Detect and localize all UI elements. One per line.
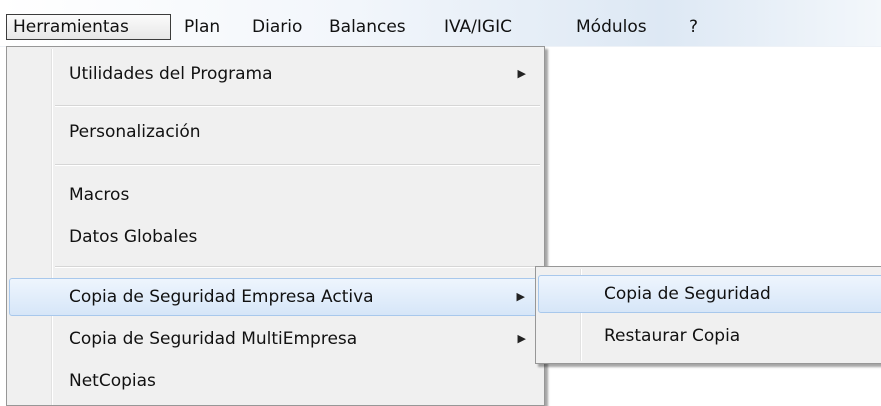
submenu-item-copia-de-seguridad[interactable]: Copia de Seguridad	[538, 275, 881, 313]
menu-modulos[interactable]: Módulos	[569, 14, 654, 40]
menu-bar: Herramientas Plan Diario Balances IVA/IG…	[0, 0, 881, 46]
submenu-arrow-icon: ▶	[517, 67, 526, 80]
menu-item-personalizacion[interactable]: Personalización	[9, 113, 542, 151]
menu-item-label: Copia de Seguridad Empresa Activa	[69, 287, 374, 307]
menu-separator	[55, 105, 540, 107]
menu-item-label: Utilidades del Programa	[69, 64, 273, 84]
menu-balances[interactable]: Balances	[322, 14, 413, 40]
menu-item-label: NetCopias	[69, 371, 156, 391]
menu-item-copia-seguridad-empresa-activa[interactable]: Copia de Seguridad Empresa Activa ▶	[9, 278, 542, 316]
herramientas-dropdown: Utilidades del Programa ▶ Personalizació…	[6, 46, 545, 406]
submenu-arrow-icon: ▶	[516, 290, 525, 303]
menu-item-label: Restaurar Copia	[604, 326, 741, 346]
menu-separator	[55, 266, 540, 268]
menu-item-label: Copia de Seguridad	[604, 284, 771, 304]
menu-item-netcopias[interactable]: NetCopias	[9, 362, 542, 400]
menu-item-label: Personalización	[69, 122, 201, 142]
menu-item-utilidades-del-programa[interactable]: Utilidades del Programa ▶	[9, 55, 542, 93]
menu-herramientas[interactable]: Herramientas	[6, 14, 171, 40]
menu-item-copia-seguridad-multiempresa[interactable]: Copia de Seguridad MultiEmpresa ▶	[9, 320, 542, 358]
menu-item-label: Datos Globales	[69, 227, 198, 247]
menu-item-label: Copia de Seguridad MultiEmpresa	[69, 329, 358, 349]
menu-item-label: Macros	[69, 185, 130, 205]
menu-plan[interactable]: Plan	[177, 14, 227, 40]
menu-item-datos-globales[interactable]: Datos Globales	[9, 218, 542, 256]
menu-help[interactable]: ?	[682, 14, 705, 40]
menu-diario[interactable]: Diario	[245, 14, 309, 40]
copia-seguridad-submenu: Copia de Seguridad Restaurar Copia	[535, 266, 881, 364]
menu-item-macros[interactable]: Macros	[9, 176, 542, 214]
submenu-item-restaurar-copia[interactable]: Restaurar Copia	[538, 317, 881, 355]
menu-separator	[55, 164, 540, 166]
submenu-arrow-icon: ▶	[517, 332, 526, 345]
menu-iva-igic[interactable]: IVA/IGIC	[437, 14, 519, 40]
